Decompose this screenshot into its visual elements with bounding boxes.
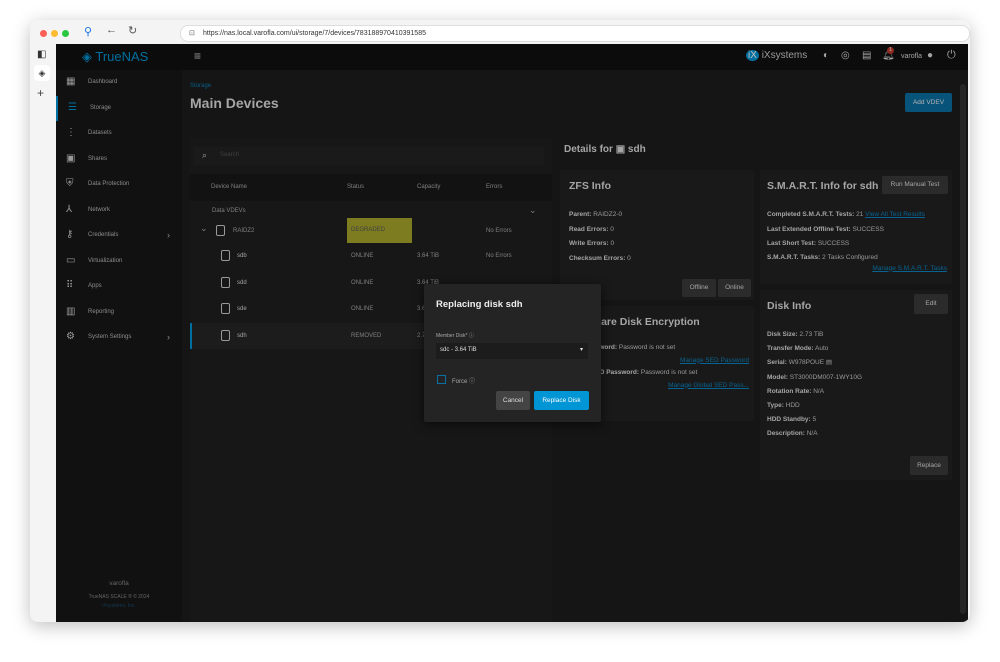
cancel-button[interactable]: Cancel: [496, 391, 530, 410]
member-disk-label: Member Disk* ⓘ: [436, 333, 474, 339]
truenas-app: ◈ TrueNAS ≡ iX iXsystems ◐ ◎ ▤ 🔔︎ 1 varof…: [56, 44, 968, 622]
member-disk-select[interactable]: sdc - 3.64 TiB ▾: [436, 343, 588, 359]
force-checkbox[interactable]: [437, 375, 446, 384]
new-tab-icon[interactable]: +: [37, 86, 44, 100]
help-icon[interactable]: ⓘ: [469, 333, 474, 339]
minimize-window-button[interactable]: [51, 30, 58, 37]
dialog-title: Replacing disk sdh: [436, 299, 523, 310]
reload-icon[interactable]: ↻: [128, 24, 137, 37]
location-icon[interactable]: ⚲: [84, 25, 92, 38]
maximize-window-button[interactable]: [62, 30, 69, 37]
replace-disk-dialog: Replacing disk sdh Member Disk* ⓘ sdc - …: [424, 284, 601, 422]
dropdown-arrow-icon: ▾: [579, 347, 583, 353]
lock-icon: ⊡: [189, 30, 195, 37]
force-label: Force ⓘ: [452, 379, 476, 385]
replace-disk-button[interactable]: Replace Disk: [534, 391, 589, 410]
url-text: https://nas.local.varofla.com/ui/storage…: [203, 30, 426, 37]
back-icon[interactable]: ←: [106, 24, 117, 36]
close-window-button[interactable]: [40, 30, 47, 37]
sidebar-toggle-icon[interactable]: ◧: [37, 49, 46, 60]
tab-icon[interactable]: ◈: [34, 65, 50, 81]
browser-window: ⚲ ← ↻ ⊡ https://nas.local.varofla.com/ui/…: [30, 20, 970, 622]
help-icon[interactable]: ⓘ: [469, 379, 475, 385]
address-bar[interactable]: ⊡ https://nas.local.varofla.com/ui/storag…: [180, 25, 970, 42]
